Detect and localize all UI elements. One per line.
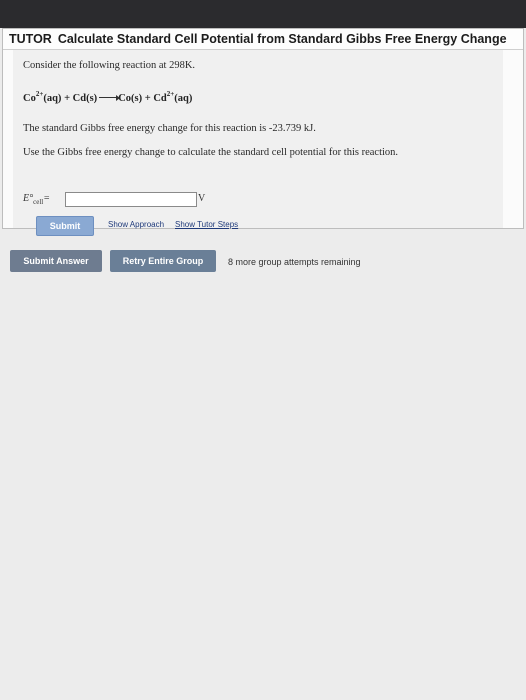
ecell-symbol: E°: [23, 193, 34, 204]
ecell-label: E°cell=: [23, 193, 50, 206]
attempts-remaining-text: 8 more group attempts remaining: [228, 257, 361, 267]
reactant-1-state: (aq): [43, 93, 62, 104]
product-2-state: (aq): [174, 93, 193, 104]
ecell-equals: =: [43, 193, 50, 204]
ecell-answer-input[interactable]: [65, 192, 197, 207]
retry-entire-group-button[interactable]: Retry Entire Group: [110, 250, 216, 272]
gibbs-text: The standard Gibbs free energy change fo…: [23, 123, 316, 134]
plus-sign: +: [61, 93, 73, 104]
tutor-title: Calculate Standard Cell Potential from S…: [57, 32, 507, 46]
reaction-arrow-icon: [99, 94, 121, 101]
reactant-1: Co: [23, 93, 36, 104]
tutor-header: TUTOR Calculate Standard Cell Potential f…: [3, 29, 523, 50]
top-bar: [0, 0, 526, 28]
tutor-content: Consider the following reaction at 298K.…: [13, 50, 503, 236]
show-approach-link[interactable]: Show Approach: [108, 220, 164, 229]
intro-text: Consider the following reaction at 298K.: [23, 60, 196, 71]
show-tutor-steps-link[interactable]: Show Tutor Steps: [175, 220, 238, 229]
submit-answer-button[interactable]: Submit Answer: [10, 250, 102, 272]
ecell-subscript: cell: [33, 198, 44, 206]
submit-button[interactable]: Submit: [36, 216, 94, 236]
reactant-2: Cd(s): [72, 93, 98, 104]
tutor-tag: TUTOR: [9, 32, 52, 46]
unit-label: V: [198, 193, 206, 204]
plus-sign: +: [142, 93, 154, 104]
tutor-panel: TUTOR Calculate Standard Cell Potential f…: [2, 28, 524, 236]
product-1: Co(s): [118, 93, 143, 104]
product-2: Cd: [153, 93, 167, 104]
instruction-text: Use the Gibbs free energy change to calc…: [23, 147, 399, 158]
reaction-equation: Co2+(aq) + Cd(s) Co(s) + Cd2+(aq): [23, 90, 192, 104]
